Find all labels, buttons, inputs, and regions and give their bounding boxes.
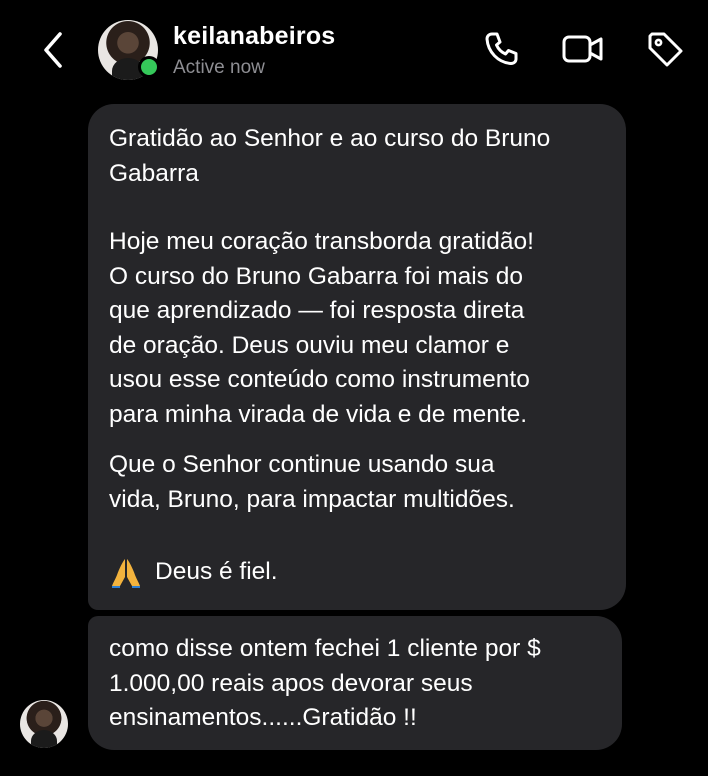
message-paragraph: Que o Senhor continue usando sua vida, B…: [109, 451, 515, 513]
video-call-button[interactable]: [560, 28, 606, 70]
message-text: como disse ontem fechei 1 cliente por $ …: [109, 635, 541, 731]
tag-icon: [648, 32, 683, 67]
message-paragraph: Gratidão ao Senhor e ao curso do Bruno G…: [109, 125, 551, 187]
message-paragraph: Hoje meu coração transborda gratidão! O …: [109, 228, 534, 428]
audio-call-button[interactable]: [480, 28, 522, 70]
sender-avatar[interactable]: [20, 700, 68, 748]
profile-avatar[interactable]: [98, 20, 160, 80]
chat-header: keilanabeiros Active now: [0, 0, 708, 92]
message-bubble[interactable]: Gratidão ao Senhor e ao curso do Bruno G…: [88, 104, 626, 610]
message-bubble[interactable]: como disse ontem fechei 1 cliente por $ …: [88, 616, 622, 750]
praying-hands-icon: [112, 559, 140, 589]
message-signoff: Deus é fiel.: [109, 555, 606, 590]
chevron-left-icon: [44, 32, 62, 68]
online-indicator: [138, 56, 160, 78]
tag-button[interactable]: [644, 28, 686, 70]
phone-icon: [485, 32, 518, 65]
video-camera-icon: [562, 35, 603, 63]
contact-username[interactable]: keilanabeiros: [173, 22, 335, 51]
message-paragraph: Deus é fiel.: [155, 558, 278, 585]
presence-status: Active now: [173, 57, 265, 78]
back-button[interactable]: [36, 28, 72, 72]
